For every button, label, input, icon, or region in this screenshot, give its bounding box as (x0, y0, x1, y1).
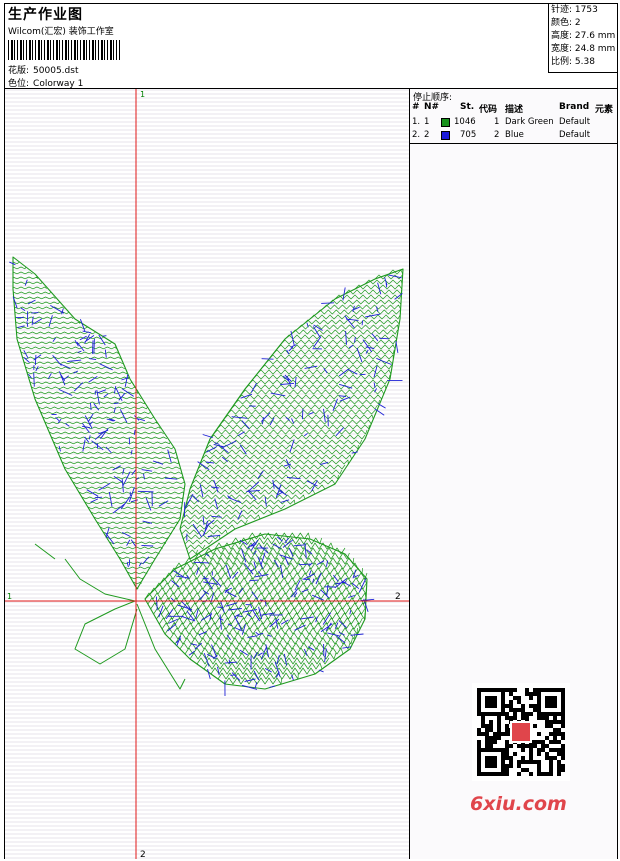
col-description: 描述 (505, 105, 524, 115)
design-row: 花版: 50005.dst (8, 63, 78, 76)
row-index: 2. (412, 130, 421, 140)
col-brand: Brand (559, 102, 590, 112)
row-brand: Default (559, 117, 591, 127)
axis-label-top: 1 (140, 90, 145, 99)
watermark-logo: 6xiu.com (470, 793, 567, 815)
design-width: 宽度: 24.8 mm (551, 44, 616, 54)
colorway-label: 色位: (8, 79, 30, 89)
col-code: 代码 (479, 105, 498, 115)
row-code: 2 (494, 130, 500, 140)
design-preview: 1 1 2 2 (5, 89, 410, 859)
row-description: Dark Green (505, 117, 554, 127)
col-n: N# (424, 102, 440, 112)
axis-label-left: 1 (7, 592, 12, 601)
design-scale: 比例: 5.38 (551, 57, 595, 67)
butterfly-embroidery: 1 1 2 2 (5, 89, 409, 859)
col-element: 元素 (595, 105, 614, 115)
stats-box: 针迹: 1753 颜色: 2 高度: 27.6 mm 宽度: 24.8 mm 比… (548, 4, 618, 73)
design-file: 50005.dst (33, 66, 79, 76)
design-height: 高度: 27.6 mm (551, 31, 616, 41)
colorway-value: Colorway 1 (33, 79, 84, 89)
row-brand: Default (559, 130, 591, 140)
stitch-count: 针迹: 1753 (551, 5, 598, 15)
row-stitches: 1046 (454, 117, 476, 127)
row-n: 2 (424, 130, 430, 140)
design-label: 花版: (8, 66, 30, 76)
axis-label-bottom: 2 (140, 850, 146, 859)
row-index: 1. (412, 117, 421, 127)
color-count: 颜色: 2 (551, 18, 581, 28)
row-stitches: 705 (460, 130, 477, 140)
header: 生产作业图 Wilcom(汇宏) 装饰工作室 花版: 50005.dst 色位: C… (5, 4, 618, 89)
page-title: 生产作业图 (8, 7, 83, 23)
colorway-row: 色位: Colorway 1 (8, 76, 83, 89)
col-stitches: St. (460, 102, 475, 112)
row-description: Blue (505, 130, 524, 140)
barcode (8, 40, 120, 60)
company-name: Wilcom(汇宏) 装饰工作室 (8, 27, 114, 37)
axis-label-right: 2 (395, 592, 401, 602)
stop-row: 1. 1 1046 1 Dark Green Default (410, 117, 617, 129)
qr-code-icon (472, 683, 570, 781)
color-swatch (441, 131, 450, 140)
panel-divider (410, 143, 617, 144)
stop-sequence-panel: 停止顺序: # N# St. 代码 描述 Brand 元素 1. 1 1046 … (410, 89, 617, 859)
stop-row: 2. 2 705 2 Blue Default (410, 130, 617, 142)
production-worksheet: 生产作业图 Wilcom(汇宏) 装饰工作室 花版: 50005.dst 色位: C… (4, 3, 618, 859)
row-code: 1 (494, 117, 500, 127)
green-stitches (12, 256, 404, 690)
stop-sequence-header: # N# St. 代码 描述 Brand 元素 (410, 102, 617, 115)
color-swatch (441, 118, 450, 127)
row-n: 1 (424, 117, 430, 127)
col-hash: # (412, 102, 420, 112)
